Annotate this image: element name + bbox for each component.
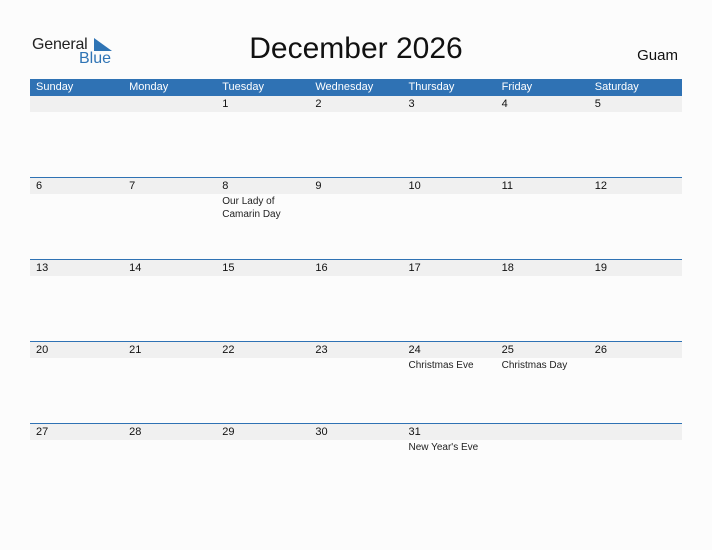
- weekday-thursday: Thursday: [408, 81, 455, 93]
- day-cell: 21: [123, 342, 216, 372]
- calendar-grid: Sunday Monday Tuesday Wednesday Thursday…: [30, 79, 682, 505]
- day-cell: 28: [123, 424, 216, 454]
- day-number: 25: [501, 344, 514, 356]
- calendar-title: December 2026: [249, 32, 463, 65]
- day-number: 24: [408, 344, 421, 356]
- day-number: 19: [594, 262, 607, 274]
- week-row: 27 28 29 30 31 New Year's Eve: [30, 423, 682, 505]
- day-number: 29: [222, 426, 235, 438]
- week-row: 1 2 3 4 5: [30, 96, 682, 177]
- day-number: 27: [36, 426, 49, 438]
- day-number: 6: [36, 180, 43, 192]
- day-number: 23: [315, 344, 328, 356]
- region-label: Guam: [637, 47, 678, 64]
- day-cell: 9: [309, 178, 402, 221]
- day-number: 9: [315, 180, 322, 192]
- day-cell: [589, 424, 682, 454]
- day-cell: 20: [30, 342, 123, 372]
- day-cell: 6: [30, 178, 123, 221]
- day-cell: 12: [589, 178, 682, 221]
- day-number: 1: [222, 98, 229, 110]
- day-number: 2: [315, 98, 322, 110]
- day-cell: 11: [496, 178, 589, 221]
- holiday-label: Christmas Eve: [408, 360, 474, 371]
- holiday-label: New Year's Eve: [408, 442, 479, 453]
- day-number: 26: [594, 344, 607, 356]
- day-cell: 5: [589, 96, 682, 112]
- day-number: 11: [501, 180, 514, 192]
- weekday-wednesday: Wednesday: [315, 81, 374, 93]
- day-number: 18: [501, 262, 514, 274]
- day-cell: 17: [403, 260, 496, 276]
- day-cell: 30: [309, 424, 402, 454]
- week-row: 13 14 15 16 17 18 19: [30, 259, 682, 341]
- day-number: 22: [222, 344, 235, 356]
- day-number: 4: [501, 98, 508, 110]
- day-cell: 15: [216, 260, 309, 276]
- day-cell: 4: [496, 96, 589, 112]
- day-cell: [30, 96, 123, 112]
- day-cell: 22: [216, 342, 309, 372]
- day-cell: 31 New Year's Eve: [403, 424, 496, 454]
- day-number: 8: [222, 180, 229, 192]
- weekday-friday: Friday: [501, 81, 533, 93]
- week-row: 6 7 8 Our Lady of Camarin Day 9 10 11 12: [30, 177, 682, 259]
- day-number: [595, 424, 682, 440]
- weekday-monday: Monday: [129, 81, 169, 93]
- holiday-label: Christmas Day: [501, 360, 568, 371]
- day-cell: [123, 96, 216, 112]
- day-number: [502, 424, 589, 440]
- day-number: 13: [36, 262, 49, 274]
- day-number: [129, 96, 216, 112]
- day-number: 21: [129, 344, 142, 356]
- day-number: 12: [594, 180, 607, 192]
- weekday-sunday: Sunday: [36, 81, 74, 93]
- holiday-label: Our Lady of Camarin Day: [222, 196, 281, 220]
- day-number: 16: [315, 262, 328, 274]
- day-number: 28: [129, 426, 142, 438]
- day-cell: 13: [30, 260, 123, 276]
- weeks-container: 1 2 3 4 5 6 7 8 Our Lady of Camarin Day 9 10 11 12 13…: [30, 96, 682, 505]
- day-number: 14: [129, 262, 142, 274]
- day-cell: 1: [216, 96, 309, 112]
- day-cell: 25 Christmas Day: [496, 342, 589, 372]
- day-cell: 19: [589, 260, 682, 276]
- day-cell: 8 Our Lady of Camarin Day: [216, 178, 309, 221]
- weekday-saturday: Saturday: [594, 81, 639, 93]
- day-number: 17: [408, 262, 421, 274]
- week-row: 20 21 22 23 24 Christmas Eve 25 Christmas Day 26: [30, 341, 682, 423]
- weekday-header: Sunday Monday Tuesday Wednesday Thursday…: [30, 79, 682, 96]
- day-number: 10: [408, 180, 421, 192]
- day-number: 20: [36, 344, 49, 356]
- day-number: 30: [315, 426, 328, 438]
- day-cell: 24 Christmas Eve: [403, 342, 496, 372]
- day-cell: 10: [403, 178, 496, 221]
- day-cell: 23: [309, 342, 402, 372]
- day-number: 15: [222, 262, 235, 274]
- day-number: 7: [129, 180, 136, 192]
- day-cell: 2: [309, 96, 402, 112]
- day-cell: 29: [216, 424, 309, 454]
- day-cell: 7: [123, 178, 216, 221]
- weekday-tuesday: Tuesday: [222, 81, 265, 93]
- day-number: 3: [408, 98, 415, 110]
- day-number: 31: [408, 426, 421, 438]
- day-number: 5: [594, 98, 601, 110]
- day-cell: 3: [403, 96, 496, 112]
- day-cell: 27: [30, 424, 123, 454]
- day-cell: 26: [589, 342, 682, 372]
- day-cell: 18: [496, 260, 589, 276]
- day-cell: 14: [123, 260, 216, 276]
- day-cell: [496, 424, 589, 454]
- day-cell: 16: [309, 260, 402, 276]
- day-number: [36, 96, 123, 112]
